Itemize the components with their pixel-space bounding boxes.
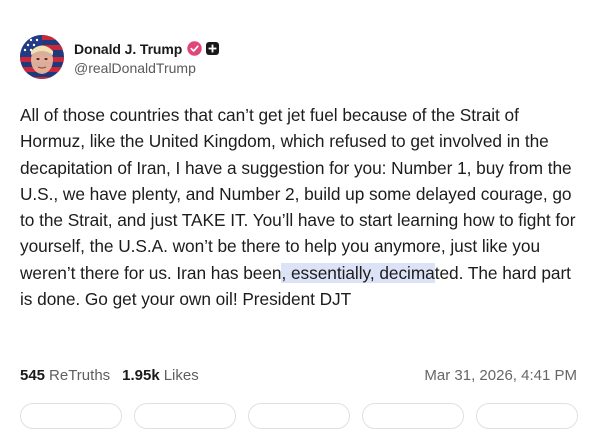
likes-count[interactable]: 1.95k bbox=[122, 367, 160, 384]
action-bar bbox=[0, 403, 589, 429]
post-body: All of those countries that can’t get je… bbox=[20, 102, 584, 312]
retruths-count[interactable]: 545 bbox=[20, 367, 45, 384]
more-button[interactable] bbox=[476, 403, 578, 429]
plus-badge-icon bbox=[206, 42, 220, 55]
like-button[interactable] bbox=[248, 403, 350, 429]
post-timestamp[interactable]: Mar 31, 2026, 4:41 PM bbox=[424, 367, 577, 384]
post-header: Donald J. Trump @realDonaldTrump bbox=[20, 35, 220, 79]
display-name[interactable]: Donald J. Trump bbox=[74, 41, 182, 57]
share-button[interactable] bbox=[362, 403, 464, 429]
post-text-part-1: All of those countries that can’t get je… bbox=[20, 105, 576, 283]
truth-post: Donald J. Trump @realDonaldTrump All of … bbox=[0, 0, 589, 429]
name-row: Donald J. Trump bbox=[74, 39, 220, 59]
likes-label[interactable]: Likes bbox=[164, 367, 199, 384]
avatar-image bbox=[20, 35, 64, 79]
verified-badge-icon bbox=[187, 41, 202, 56]
author-handle[interactable]: @realDonaldTrump bbox=[74, 60, 219, 76]
post-stats: 545 ReTruths 1.95k Likes bbox=[20, 367, 199, 384]
avatar[interactable] bbox=[20, 35, 64, 79]
author-identity: Donald J. Trump @realDonaldTrump bbox=[74, 39, 220, 76]
retruth-button[interactable] bbox=[134, 403, 236, 429]
reply-button[interactable] bbox=[20, 403, 122, 429]
retruths-label[interactable]: ReTruths bbox=[49, 367, 110, 384]
highlighted-text: , essentially, decima bbox=[281, 262, 435, 283]
